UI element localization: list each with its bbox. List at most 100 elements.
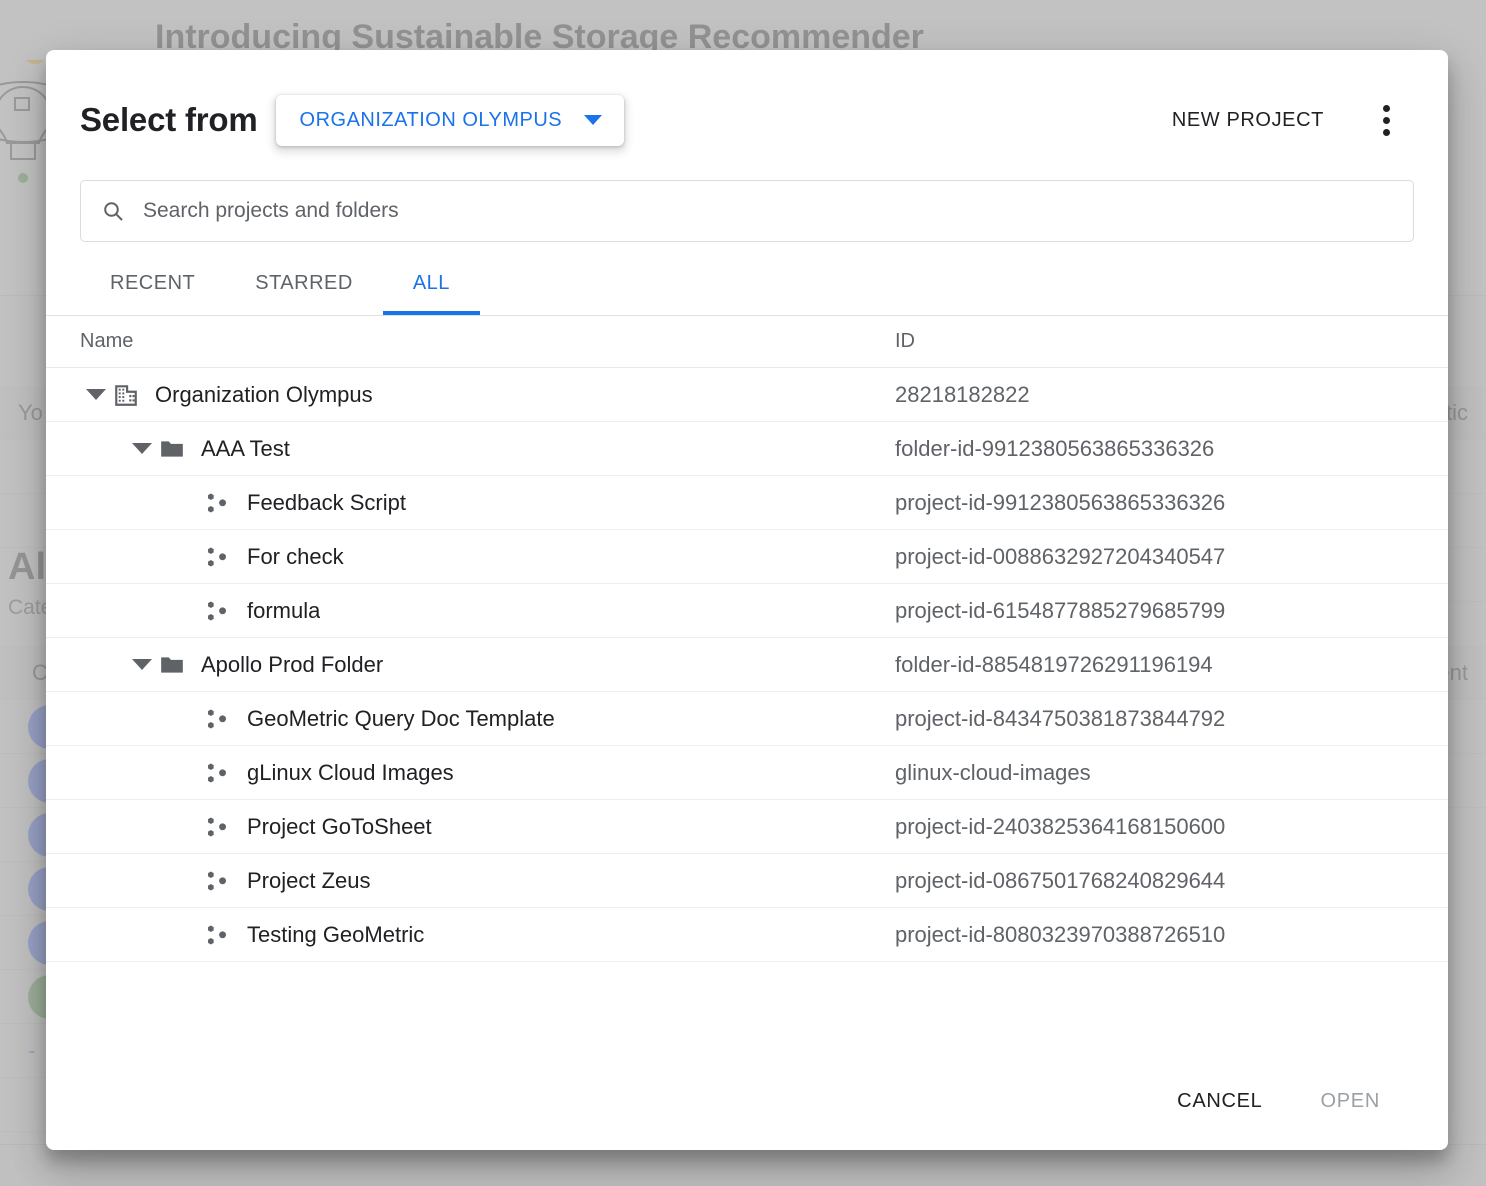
dialog-footer: CANCEL OPEN xyxy=(46,1052,1448,1150)
folder-icon-wrap xyxy=(157,434,187,464)
cell-id: folder-id-8854819726291196194 xyxy=(881,638,1448,692)
row-toggle-placeholder xyxy=(173,704,203,734)
tab-starred[interactable]: STARRED xyxy=(225,264,383,315)
row-name-label: gLinux Cloud Images xyxy=(247,760,454,786)
row-name-label: formula xyxy=(247,598,320,624)
search-input[interactable] xyxy=(141,198,1393,224)
project-icon xyxy=(205,760,231,786)
row-toggle-placeholder xyxy=(173,488,203,518)
project-icon xyxy=(205,814,231,840)
expand-toggle-icon[interactable] xyxy=(127,650,157,680)
project-icon-wrap xyxy=(203,920,233,950)
table-row[interactable]: Organization Olympus 28218182822 xyxy=(46,368,1448,422)
column-header-id: ID xyxy=(881,316,1448,368)
table-row[interactable]: Testing GeoMetric project-id-808032397038… xyxy=(46,908,1448,962)
organization-icon-wrap xyxy=(111,380,141,410)
table-row[interactable]: AAA Test folder-id-9912380563865336326 xyxy=(46,422,1448,476)
row-name-label: For check xyxy=(247,544,344,570)
dialog-header: Select from ORGANIZATION OLYMPUS NEW PRO… xyxy=(46,50,1448,162)
row-toggle-placeholder xyxy=(173,866,203,896)
cell-id: project-id-8434750381873844792 xyxy=(881,692,1448,746)
project-icon-wrap xyxy=(203,812,233,842)
tab-all[interactable]: ALL xyxy=(383,264,480,315)
row-name-label: AAA Test xyxy=(201,436,290,462)
cell-name: formula xyxy=(46,584,881,638)
cell-id: project-id-0867501768240829644 xyxy=(881,854,1448,908)
project-icon-wrap xyxy=(203,542,233,572)
chevron-down-icon xyxy=(86,389,106,400)
project-picker-dialog: Select from ORGANIZATION OLYMPUS NEW PRO… xyxy=(46,50,1448,1150)
search-box[interactable] xyxy=(80,180,1414,242)
project-table-area: Name ID Organization Olympus28218182822A… xyxy=(46,316,1448,1052)
cell-name: For check xyxy=(46,530,881,584)
row-name-label: GeoMetric Query Doc Template xyxy=(247,706,555,732)
search-icon xyxy=(101,199,125,223)
table-row[interactable]: Feedback Script project-id-99123805638653… xyxy=(46,476,1448,530)
folder-icon-wrap xyxy=(157,650,187,680)
chevron-down-icon xyxy=(132,659,152,670)
cell-name: Project GoToSheet xyxy=(46,800,881,854)
table-row[interactable]: Project Zeus project-id-08675017682408296… xyxy=(46,854,1448,908)
cell-name: Testing GeoMetric xyxy=(46,908,881,962)
table-row[interactable]: For check project-id-0088632927204340547 xyxy=(46,530,1448,584)
row-toggle-placeholder xyxy=(173,812,203,842)
cell-name: gLinux Cloud Images xyxy=(46,746,881,800)
cell-name: Apollo Prod Folder xyxy=(46,638,881,692)
table-header-row: Name ID xyxy=(46,316,1448,368)
table-body: Organization Olympus 28218182822 AAA Test f… xyxy=(46,368,1448,962)
expand-toggle-icon[interactable] xyxy=(81,380,111,410)
expand-toggle-icon[interactable] xyxy=(127,434,157,464)
cancel-button[interactable]: CANCEL xyxy=(1155,1076,1284,1127)
kebab-menu-icon[interactable] xyxy=(1362,96,1410,144)
cell-name: Feedback Script xyxy=(46,476,881,530)
new-project-button[interactable]: NEW PROJECT xyxy=(1156,99,1340,142)
cell-name: Project Zeus xyxy=(46,854,881,908)
project-icon xyxy=(205,706,231,732)
project-icon xyxy=(205,922,231,948)
tab-bar: RECENTSTARREDALL xyxy=(46,242,1448,316)
organization-picker-label: ORGANIZATION OLYMPUS xyxy=(300,109,563,132)
cell-name: Organization Olympus xyxy=(46,368,881,422)
cell-id: project-id-8080323970388726510 xyxy=(881,908,1448,962)
column-header-name: Name xyxy=(46,316,881,368)
dialog-title: Select from xyxy=(80,101,258,139)
table-row[interactable]: Apollo Prod Folderfolder-id-885481972629… xyxy=(46,638,1448,692)
project-icon xyxy=(205,598,231,624)
tab-recent[interactable]: RECENT xyxy=(80,264,225,315)
project-icon-wrap xyxy=(203,758,233,788)
cell-id: project-id-6154877885279685799 xyxy=(881,584,1448,638)
cell-name: GeoMetric Query Doc Template xyxy=(46,692,881,746)
table-row[interactable]: GeoMetric Query Doc Template project-id-8… xyxy=(46,692,1448,746)
search-section xyxy=(46,162,1448,242)
row-toggle-placeholder xyxy=(173,758,203,788)
cell-id: folder-id-9912380563865336326 xyxy=(881,422,1448,476)
project-icon-wrap xyxy=(203,596,233,626)
project-table: Name ID Organization Olympus28218182822A… xyxy=(46,316,1448,962)
row-toggle-placeholder xyxy=(173,920,203,950)
cell-id: glinux-cloud-images xyxy=(881,746,1448,800)
cell-id: project-id-0088632927204340547 xyxy=(881,530,1448,584)
row-name-label: Project GoToSheet xyxy=(247,814,432,840)
folder-icon xyxy=(159,436,185,462)
row-name-label: Organization Olympus xyxy=(155,382,373,408)
chevron-down-icon xyxy=(584,115,602,125)
row-name-label: Feedback Script xyxy=(247,490,406,516)
project-icon xyxy=(205,868,231,894)
open-button: OPEN xyxy=(1299,1076,1402,1127)
project-icon xyxy=(205,544,231,570)
table-row[interactable]: formula project-id-6154877885279685799 xyxy=(46,584,1448,638)
row-toggle-placeholder xyxy=(173,542,203,572)
project-icon xyxy=(205,490,231,516)
cell-id: project-id-9912380563865336326 xyxy=(881,476,1448,530)
organization-icon xyxy=(113,382,139,408)
project-icon-wrap xyxy=(203,488,233,518)
table-row[interactable]: gLinux Cloud Images glinux-cloud-images xyxy=(46,746,1448,800)
organization-picker-button[interactable]: ORGANIZATION OLYMPUS xyxy=(276,95,625,146)
kebab-dot xyxy=(1383,129,1390,136)
row-name-label: Testing GeoMetric xyxy=(247,922,424,948)
row-toggle-placeholder xyxy=(173,596,203,626)
table-row[interactable]: Project GoToSheetproject-id-240382536416… xyxy=(46,800,1448,854)
row-name-label: Project Zeus xyxy=(247,868,371,894)
project-icon-wrap xyxy=(203,704,233,734)
cell-id: 28218182822 xyxy=(881,368,1448,422)
